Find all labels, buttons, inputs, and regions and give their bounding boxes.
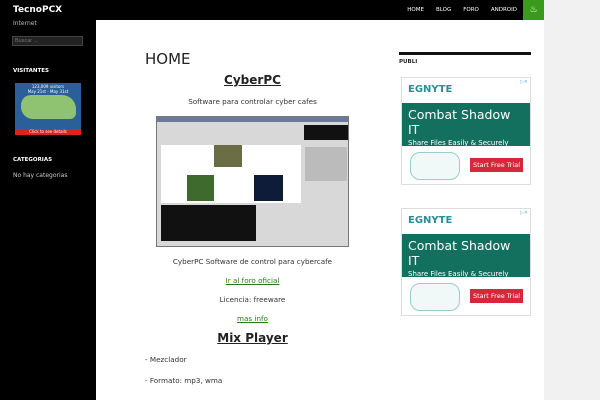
visitor-map-widget[interactable]: 123,009 visitors May 21st - May 31st Clic… [15,83,81,135]
visitor-range: May 21st - May 31st [27,89,69,94]
ad-brand: EGNYTE [408,215,453,226]
visitors-title: VISITANTES [13,68,49,74]
divider [399,52,531,55]
nav-home[interactable]: HOME [401,0,430,20]
nav-blog[interactable]: BLOG [430,0,457,20]
forum-link[interactable]: Ir al foro oficial [226,276,280,285]
cyberpc-subtitle: Software para controlar cyber cafes [188,97,317,106]
main-nav: HOME BLOG FORO ANDROID [401,0,523,20]
site-title[interactable]: TecnoPCX [13,5,62,15]
section-title-cyberpc: CyberPC [224,73,281,87]
categories-title: CATEGORIAS [13,157,53,163]
search-input[interactable] [12,36,83,46]
site-description: Internet [13,20,37,27]
search-toggle-button[interactable]: ♨ [523,0,544,20]
flame-icon: ♨ [529,5,538,15]
ad-column: PUBLI EGNYTE ▷✕ Combat Shadow IT Share Fi… [399,52,531,316]
bullet-item: - Formato: mp3, wma [145,376,223,385]
license-text: Licencia: freeware [219,295,286,304]
ad-close-icon[interactable]: ▷✕ [520,79,528,85]
content: HOME CyberPC Software para controlar cyb… [145,50,360,385]
cloud-devices-icon [410,152,460,180]
ad-headline: Combat Shadow IT [408,238,511,268]
ad-close-icon[interactable]: ▷✕ [520,210,528,216]
cyberpc-caption: CyberPC Software de control para cyberca… [172,257,333,266]
ad-subline: Share Files Easily & Securely [408,139,509,147]
page-title: HOME [145,50,191,68]
ad-brand: EGNYTE [408,84,453,95]
more-info-link[interactable]: mas info [237,314,268,323]
world-map-icon [21,95,76,119]
ad-banner[interactable]: EGNYTE ▷✕ Combat Shadow IT Share Files Ea… [401,208,531,316]
cloud-devices-icon [410,283,460,311]
nav-android[interactable]: ANDROID [485,0,523,20]
section-title-mixplayer: Mix Player [217,331,288,345]
categories-empty: No hay categorias [13,172,68,179]
ad-headline: Combat Shadow IT [408,107,511,137]
cyberpc-screenshot [156,116,349,247]
bullet-item: - Mezclador [145,355,187,364]
ad-cta-button[interactable]: Start Free Trial [470,158,523,172]
nav-foro[interactable]: FORO [457,0,485,20]
ad-cta-button[interactable]: Start Free Trial [470,289,523,303]
top-bar: HOME BLOG FORO ANDROID [96,0,544,20]
visitor-details-button[interactable]: Click to see details [15,129,81,135]
ads-title: PUBLI [399,59,418,65]
ad-banner[interactable]: EGNYTE ▷✕ Combat Shadow IT Share Files Ea… [401,77,531,185]
ad-subline: Share Files Easily & Securely [408,270,509,278]
sidebar: TecnoPCX Internet VISITANTES 123,009 vis… [0,0,96,400]
